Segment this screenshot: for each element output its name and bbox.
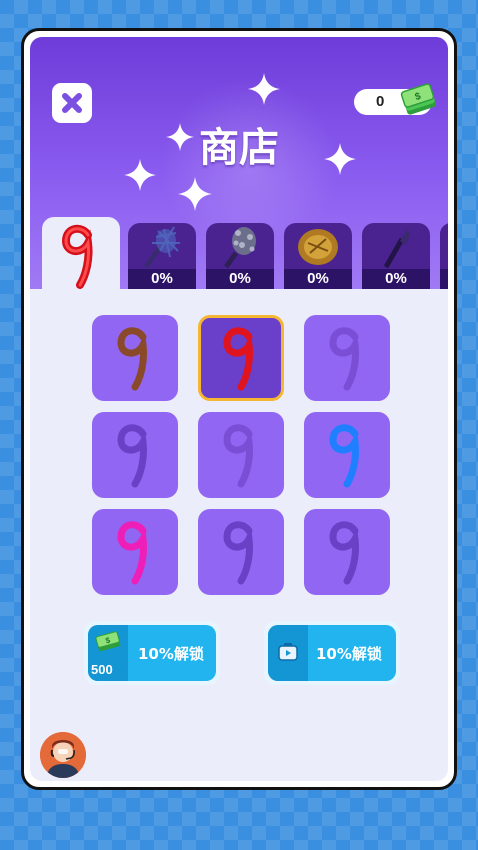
close-icon (62, 93, 82, 113)
skin-cell[interactable] (304, 412, 390, 498)
ad-unlock-left (268, 625, 308, 681)
avatar[interactable] (40, 732, 86, 778)
nine-skin-icon (223, 424, 253, 488)
tab-progress: 0% (362, 269, 430, 289)
tab-more[interactable] (440, 223, 448, 289)
sparkle-icon (178, 177, 212, 211)
nine-skin-icon (329, 521, 359, 585)
tab-golden-shield[interactable]: 0% (284, 223, 352, 289)
skin-grid (92, 315, 392, 605)
skin-cell[interactable] (92, 509, 178, 595)
skin-cell-locked[interactable] (304, 509, 390, 595)
shop-panel: 商店 0 $ 0% 0% 0% 0% $ 500 10%解锁 10%解锁 (21, 28, 457, 790)
category-tabs: 0% 0% 0% 0% (42, 217, 448, 295)
video-ad-icon (278, 643, 298, 661)
cash-unlock-left: $ 500 (88, 625, 128, 681)
nine-skin-icon (223, 521, 253, 585)
skin-cell-locked[interactable] (304, 315, 390, 401)
tab-spiky-weapon[interactable]: 0% (128, 223, 196, 289)
skin-cell-locked[interactable] (198, 412, 284, 498)
skin-cell-selected[interactable] (198, 315, 284, 401)
tab-torch[interactable]: 0% (362, 223, 430, 289)
spiky-weapon-icon (143, 226, 180, 269)
skin-cell[interactable] (92, 315, 178, 401)
skin-cell-locked[interactable] (198, 509, 284, 595)
ad-unlock-face: 10%解锁 (268, 625, 396, 681)
customer-service-icon (40, 732, 86, 778)
skin-cell-locked[interactable] (92, 412, 178, 498)
tab-progress: 0% (128, 269, 196, 289)
tab-nine-skins[interactable] (42, 217, 120, 295)
spiked-club-icon (223, 227, 256, 269)
tab-progress: 0% (284, 269, 352, 289)
tab-progress: 0% (206, 269, 274, 289)
tab-spiked-club[interactable]: 0% (206, 223, 274, 289)
currency-amount: 0 (376, 93, 385, 110)
cash-unlock-face: $ 500 10%解锁 (88, 625, 216, 681)
nine-skin-icon (117, 327, 147, 391)
ad-unlock-label: 10%解锁 (316, 645, 382, 663)
cash-price: 500 (91, 662, 113, 677)
page-title: 商店 (199, 125, 279, 171)
ad-unlock-button[interactable]: 10%解锁 (264, 621, 400, 685)
sparkle-icon (248, 73, 280, 105)
cash-unlock-label: 10%解锁 (138, 645, 204, 663)
nine-skin-icon (117, 424, 147, 488)
nine-red-icon (61, 224, 93, 289)
golden-shield-icon (298, 229, 338, 265)
nine-skin-icon (223, 327, 253, 391)
cash-unlock-button[interactable]: $ 500 10%解锁 (84, 621, 220, 685)
nine-skin-icon (329, 327, 359, 391)
tab-progress-partial (440, 269, 448, 289)
nine-skin-icon (117, 521, 147, 585)
nine-skin-icon (329, 424, 359, 488)
torch-icon (383, 229, 410, 269)
cash-stack-icon: $ (400, 83, 436, 115)
shop-panel-inner: 商店 0 $ 0% 0% 0% 0% $ 500 10%解锁 10%解锁 (30, 37, 448, 781)
currency-display: 0 $ (354, 83, 436, 115)
cash-stack-icon: $ (95, 631, 121, 652)
